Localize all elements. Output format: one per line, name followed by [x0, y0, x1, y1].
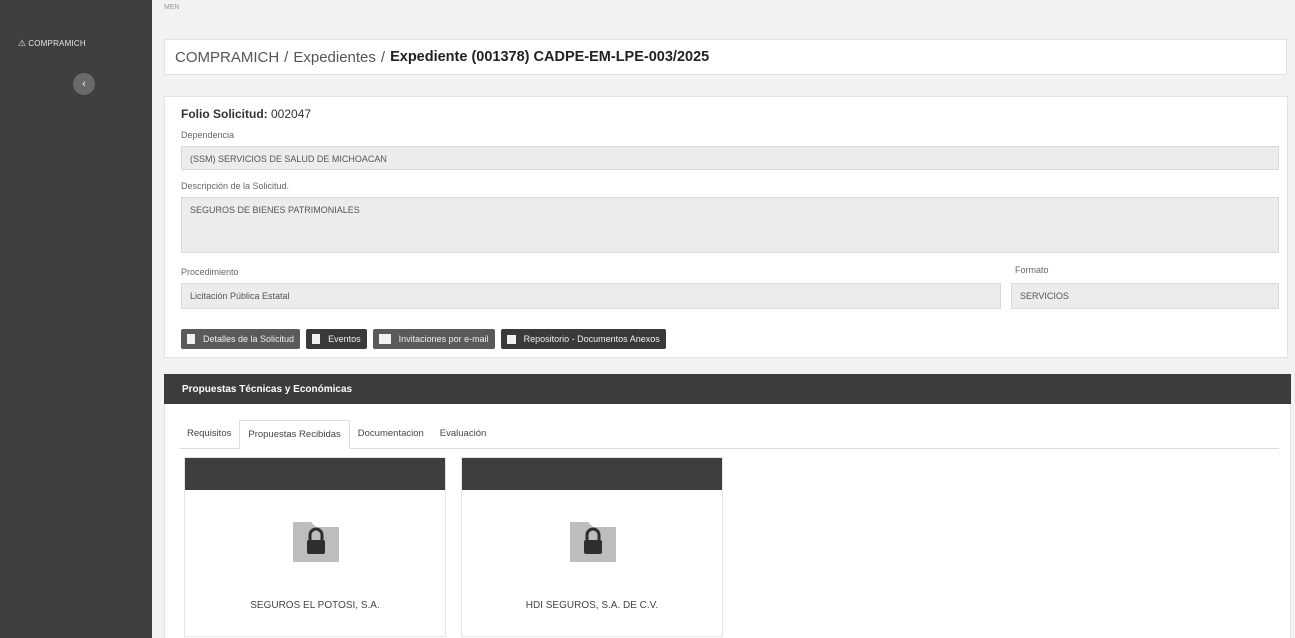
proposal-card-header [462, 458, 722, 490]
procedimiento-label: Procedimiento [181, 267, 239, 277]
solicitud-detail-panel: Folio Solicitud: 002047 Dependencia (SSM… [164, 96, 1288, 358]
breadcrumb-root[interactable]: COMPRAMICH [175, 49, 279, 66]
document-icon [187, 334, 195, 344]
dependencia-field[interactable]: (SSM) SERVICIOS DE SALUD DE MICHOACAN [181, 146, 1279, 170]
proposal-card[interactable]: SEGUROS EL POTOSI, S.A. [184, 457, 446, 637]
tab-requisitos[interactable]: Requisitos [179, 420, 239, 448]
dependencia-label: Dependencia [181, 130, 235, 140]
menu-label: MEN [164, 4, 180, 11]
detalles-solicitud-button[interactable]: Detalles de la Solicitud [181, 329, 301, 349]
eventos-label: Eventos [328, 334, 361, 344]
formato-field[interactable]: SERVICIOS [1011, 283, 1279, 309]
folio-value: 002047 [271, 107, 312, 121]
repositorio-button[interactable]: Repositorio - Documentos Anexos [500, 329, 666, 349]
brand-link[interactable]: ⚠ COMPRAMICH [18, 38, 86, 49]
invitaciones-email-label: Invitaciones por e-mail [398, 334, 489, 344]
proposal-card-name: SEGUROS EL POTOSI, S.A. [250, 600, 380, 611]
users-icon [378, 334, 391, 344]
locked-folder-icon [291, 516, 341, 569]
invitaciones-email-button[interactable]: Invitaciones por e-mail [372, 329, 495, 349]
detalles-solicitud-label: Detalles de la Solicitud [203, 334, 295, 344]
procedimiento-field[interactable]: Licitación Pública Estatal [181, 283, 1001, 309]
tab-evaluacion[interactable]: Evaluación [432, 420, 494, 448]
proposal-card-name: HDI SEGUROS, S.A. DE C.V. [525, 600, 659, 611]
proposals-tabs: Requisitos Propuestas Recibidas Document… [179, 420, 1279, 449]
folio-label: Folio Solicitud: [181, 107, 268, 121]
proposals-title: Propuestas Técnicas y Económicas [182, 383, 353, 395]
archive-icon [506, 334, 516, 344]
breadcrumb-separator: / [380, 48, 386, 66]
brand-label: COMPRAMICH [28, 39, 86, 48]
collapse-sidebar-button[interactable]: ‹ [73, 73, 95, 95]
locked-folder-icon [568, 516, 618, 569]
proposal-card[interactable]: HDI SEGUROS, S.A. DE C.V. [461, 457, 723, 637]
tab-propuestas-recibidas[interactable]: Propuestas Recibidas [239, 420, 350, 449]
tab-documentacion[interactable]: Documentacion [350, 420, 432, 448]
calendar-icon [312, 334, 321, 344]
eventos-button[interactable]: Eventos [306, 329, 367, 349]
breadcrumb: COMPRAMICH / Expedientes / Expediente (0… [164, 39, 1287, 75]
breadcrumb-section[interactable]: Expedientes [293, 49, 376, 66]
chevron-left-icon: ‹ [82, 78, 86, 90]
repositorio-label: Repositorio - Documentos Anexos [523, 334, 660, 344]
proposals-header: Propuestas Técnicas y Económicas [164, 374, 1291, 404]
folio-heading: Folio Solicitud: 002047 [181, 107, 311, 121]
sidebar: ⚠ COMPRAMICH ‹ [0, 0, 152, 638]
warning-icon: ⚠ [18, 38, 27, 48]
proposal-card-header [185, 458, 445, 490]
action-buttons: Detalles de la Solicitud Eventos Invitac… [181, 329, 666, 349]
descripcion-label: Descripción de la Solicitud. [181, 181, 290, 191]
breadcrumb-separator: / [284, 48, 289, 66]
breadcrumb-current: Expediente (001378) CADPE-EM-LPE-003/202… [390, 49, 710, 65]
formato-label: Formato [1015, 265, 1049, 275]
descripcion-textarea[interactable]: SEGUROS DE BIENES PATRIMONIALES [181, 197, 1279, 253]
proposals-panel: Requisitos Propuestas Recibidas Document… [164, 404, 1291, 638]
